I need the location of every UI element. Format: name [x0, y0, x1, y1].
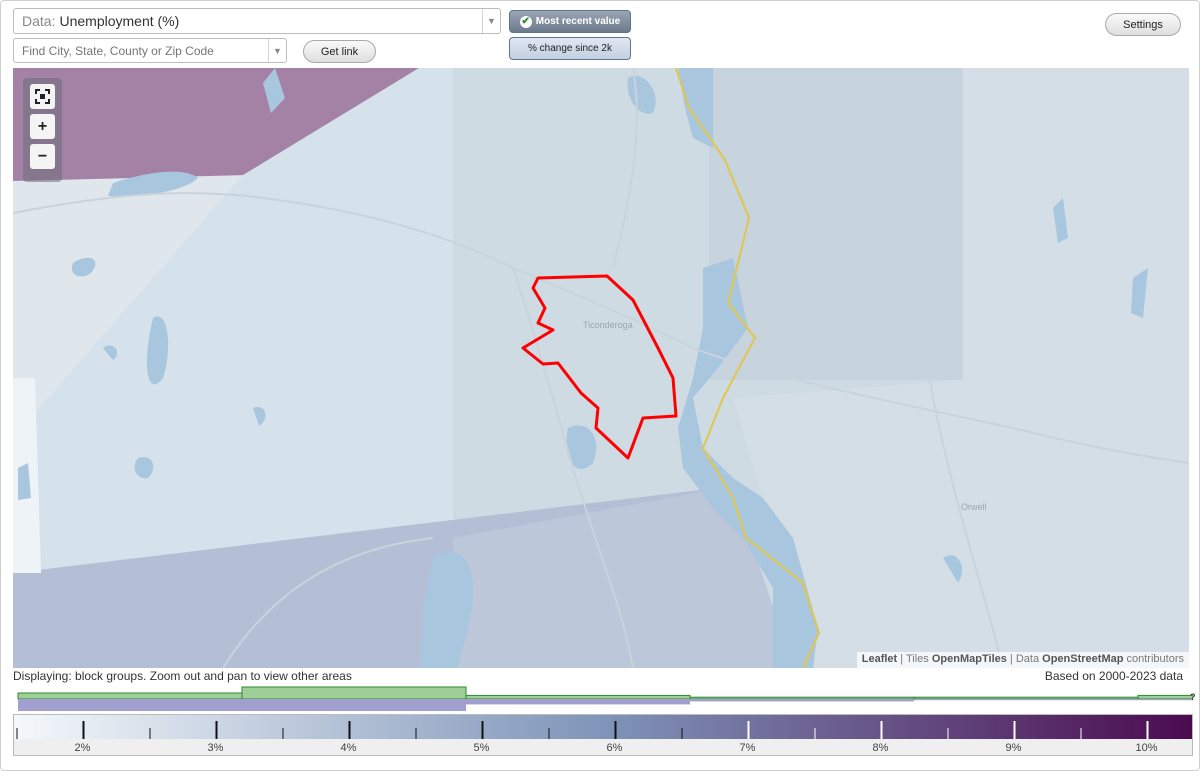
legend-tick-label: 4% [341, 742, 357, 754]
attribution-data-label: Data [1015, 653, 1040, 665]
legend-scale: 2% 3% 4% 5% 6% 7% 8% 9% 10% [14, 715, 1192, 755]
legend-tick-label: 8% [873, 742, 889, 754]
attribution-separator: | [1009, 653, 1013, 665]
histogram-bar-purple [914, 699, 1138, 701]
attribution-contributors: contributors [1126, 653, 1184, 665]
legend-tick-label: 10% [1135, 742, 1157, 754]
attribution-separator: | [900, 653, 904, 665]
app-frame: Data: Unemployment (%) ▼ ▼ Get link ✔ Mo… [0, 0, 1200, 771]
histogram-bar-purple [466, 699, 690, 705]
zoom-in-button[interactable]: + [30, 114, 55, 139]
openmaptiles-link[interactable]: OpenMapTiles [932, 653, 1007, 665]
plus-icon: + [37, 117, 48, 135]
openstreetmap-link[interactable]: OpenStreetMap [1042, 653, 1123, 665]
place-label-orwell: Orwell [961, 502, 987, 512]
legend-tick-label: 9% [1006, 742, 1022, 754]
check-icon: ✔ [519, 15, 532, 28]
unknown-marker: ? [1190, 692, 1196, 702]
most-recent-value-button[interactable]: ✔ Most recent value [509, 10, 631, 33]
histogram-bar-green [465, 694, 691, 700]
histogram-bar-green [241, 686, 467, 700]
data-select-label: Data: [22, 13, 56, 29]
search-input[interactable] [22, 43, 262, 58]
data-range-note: Based on 2000-2023 data [1044, 669, 1183, 683]
chevron-down-icon[interactable]: ▼ [268, 39, 286, 62]
legend-tick-label: 6% [607, 742, 623, 754]
fullscreen-button[interactable] [30, 84, 55, 109]
data-select-value: Unemployment (%) [59, 13, 180, 29]
color-legend[interactable]: 2% 3% 4% 5% 6% 7% 8% 9% 10% [13, 714, 1193, 756]
percent-change-label: % change since 2k [528, 43, 612, 54]
zoom-controls: + − [23, 78, 62, 182]
most-recent-value-label: Most recent value [535, 16, 621, 27]
histogram-bar-purple [690, 699, 914, 702]
map-attribution: Leaflet | Tiles OpenMapTiles | Data Open… [856, 652, 1189, 668]
histogram-bar-green [17, 692, 243, 700]
legend-tick-label: 3% [208, 742, 224, 754]
histogram-bar-purple [1138, 699, 1193, 701]
percent-change-button[interactable]: % change since 2k [509, 37, 631, 60]
displaying-note: Displaying: block groups. Zoom out and p… [13, 669, 352, 683]
attribution-tiles-label: Tiles [905, 653, 929, 665]
leaflet-link[interactable]: Leaflet [862, 653, 897, 665]
legend-tick-label: 2% [75, 742, 91, 754]
location-search[interactable]: ▼ [13, 38, 287, 63]
place-label-ticonderoga: Ticonderoga [583, 320, 633, 330]
fullscreen-icon [35, 89, 50, 104]
histogram-bar-purple [242, 699, 466, 711]
zoom-out-button[interactable]: − [30, 144, 55, 169]
histogram-bar-purple [18, 699, 242, 711]
settings-button[interactable]: Settings [1105, 13, 1181, 36]
minus-icon: − [37, 147, 48, 165]
histogram-bar-green [913, 696, 1139, 700]
legend-tick-label: 7% [740, 742, 756, 754]
map-tiles[interactable]: Ticonderoga Orwell [13, 68, 1189, 668]
chevron-down-icon[interactable]: ▼ [482, 9, 500, 33]
histogram-bar-green [1137, 694, 1193, 700]
data-select[interactable]: Data: Unemployment (%) ▼ [13, 8, 501, 34]
legend-tick-label: 5% [474, 742, 490, 754]
map-view[interactable]: Ticonderoga Orwell + − Leaflet | Tiles O… [13, 68, 1189, 668]
histogram-bar-green [689, 696, 915, 700]
distribution-histogram [17, 686, 1193, 711]
get-link-button[interactable]: Get link [303, 40, 376, 63]
